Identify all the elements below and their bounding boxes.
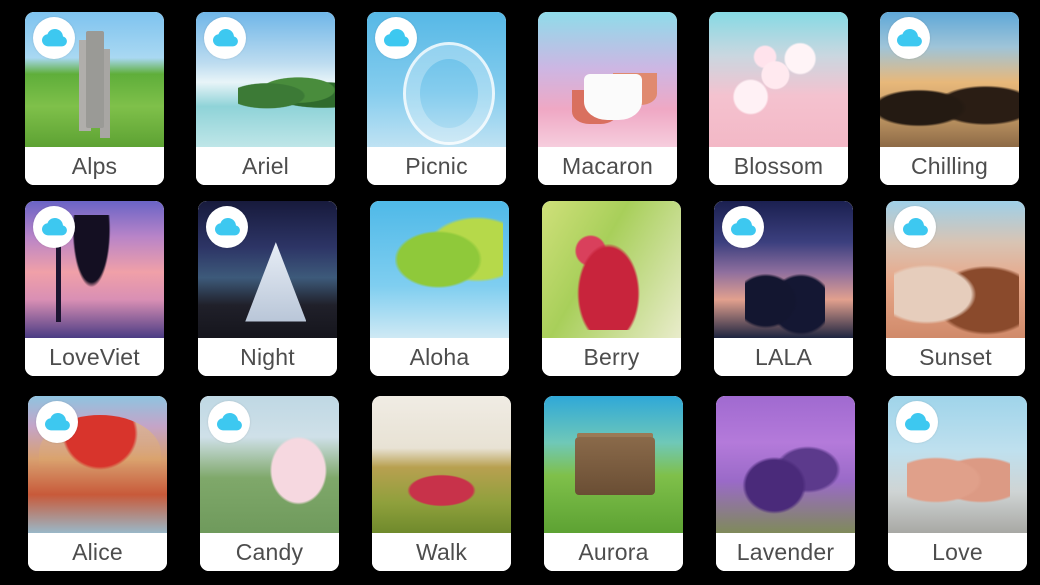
theme-thumbnail — [542, 201, 681, 338]
theme-card[interactable]: Alice — [28, 396, 167, 571]
theme-card[interactable]: Night — [198, 201, 337, 376]
theme-label-strip: Alps — [25, 147, 164, 185]
theme-card[interactable]: Macaron — [538, 12, 677, 185]
theme-card[interactable]: Berry — [542, 201, 681, 376]
theme-label: Aloha — [409, 343, 470, 370]
theme-thumbnail — [200, 396, 339, 533]
theme-label-strip: Aloha — [370, 338, 509, 376]
theme-label: Berry — [583, 343, 640, 370]
cloud-icon[interactable] — [722, 206, 764, 248]
theme-label: Sunset — [919, 343, 992, 370]
theme-label-strip: Berry — [542, 338, 681, 376]
theme-thumbnail — [367, 12, 506, 147]
theme-label: Candy — [235, 538, 304, 565]
theme-card[interactable]: Alps — [25, 12, 164, 185]
theme-thumbnail — [716, 396, 855, 533]
cloud-icon[interactable] — [888, 17, 930, 59]
theme-thumbnail — [25, 12, 164, 147]
cloud-icon[interactable] — [206, 206, 248, 248]
cloud-icon[interactable] — [896, 401, 938, 443]
theme-label: Aurora — [578, 538, 649, 565]
theme-thumbnail-image — [542, 201, 681, 338]
theme-label: LALA — [754, 343, 813, 370]
theme-label: Alice — [72, 538, 123, 565]
theme-label: Blossom — [733, 152, 824, 179]
theme-label-strip: Alice — [28, 533, 167, 571]
theme-card[interactable]: Picnic — [367, 12, 506, 185]
theme-thumbnail — [28, 396, 167, 533]
theme-label-strip: Chilling — [880, 147, 1019, 185]
theme-thumbnail-image — [538, 12, 677, 147]
theme-label-strip: Walk — [372, 533, 511, 571]
theme-thumbnail-image — [372, 396, 511, 533]
theme-label-strip: Lavender — [716, 533, 855, 571]
theme-card[interactable]: Aurora — [544, 396, 683, 571]
theme-card-grid: Alps Ariel Picnic Macaron Blossom Chilling Lov… — [0, 0, 1040, 585]
theme-label: Night — [240, 343, 295, 370]
theme-label: Walk — [415, 538, 468, 565]
theme-thumbnail — [370, 201, 509, 338]
theme-label-strip: Picnic — [367, 147, 506, 185]
theme-thumbnail — [538, 12, 677, 147]
theme-label: LoveViet — [49, 343, 140, 370]
theme-thumbnail — [25, 201, 164, 338]
cloud-icon[interactable] — [204, 17, 246, 59]
theme-thumbnail — [888, 396, 1027, 533]
theme-label: Picnic — [405, 152, 468, 179]
theme-label-strip: Aurora — [544, 533, 683, 571]
cloud-icon[interactable] — [208, 401, 250, 443]
theme-card[interactable]: Ariel — [196, 12, 335, 185]
cloud-icon[interactable] — [894, 206, 936, 248]
cloud-icon[interactable] — [375, 17, 417, 59]
theme-card[interactable]: Chilling — [880, 12, 1019, 185]
theme-label: Alps — [71, 152, 118, 179]
theme-thumbnail — [372, 396, 511, 533]
theme-label-strip: LALA — [714, 338, 853, 376]
theme-thumbnail — [714, 201, 853, 338]
theme-label: Ariel — [241, 152, 289, 179]
theme-label-strip: Candy — [200, 533, 339, 571]
cloud-icon[interactable] — [33, 17, 75, 59]
theme-label-strip: Macaron — [538, 147, 677, 185]
theme-card[interactable]: Lavender — [716, 396, 855, 571]
theme-card[interactable]: Blossom — [709, 12, 848, 185]
theme-card[interactable]: Candy — [200, 396, 339, 571]
cloud-icon[interactable] — [33, 206, 75, 248]
theme-thumbnail — [880, 12, 1019, 147]
theme-label: Lavender — [736, 538, 835, 565]
theme-label: Love — [932, 538, 983, 565]
theme-card[interactable]: Love — [888, 396, 1027, 571]
theme-thumbnail-image — [544, 396, 683, 533]
theme-label-strip: LoveViet — [25, 338, 164, 376]
theme-thumbnail-image — [370, 201, 509, 338]
theme-label-strip: Ariel — [196, 147, 335, 185]
theme-thumbnail — [709, 12, 848, 147]
theme-label-strip: Sunset — [886, 338, 1025, 376]
theme-label-strip: Night — [198, 338, 337, 376]
theme-label: Macaron — [562, 152, 653, 179]
theme-thumbnail — [196, 12, 335, 147]
theme-card[interactable]: LoveViet — [25, 201, 164, 376]
theme-card[interactable]: Aloha — [370, 201, 509, 376]
theme-card[interactable]: Sunset — [886, 201, 1025, 376]
theme-thumbnail-image — [716, 396, 855, 533]
theme-thumbnail — [544, 396, 683, 533]
theme-card[interactable]: Walk — [372, 396, 511, 571]
theme-thumbnail-image — [709, 12, 848, 147]
theme-thumbnail — [886, 201, 1025, 338]
theme-label: Chilling — [910, 152, 989, 179]
cloud-icon[interactable] — [36, 401, 78, 443]
theme-label-strip: Love — [888, 533, 1027, 571]
theme-label-strip: Blossom — [709, 147, 848, 185]
theme-thumbnail — [198, 201, 337, 338]
theme-card[interactable]: LALA — [714, 201, 853, 376]
